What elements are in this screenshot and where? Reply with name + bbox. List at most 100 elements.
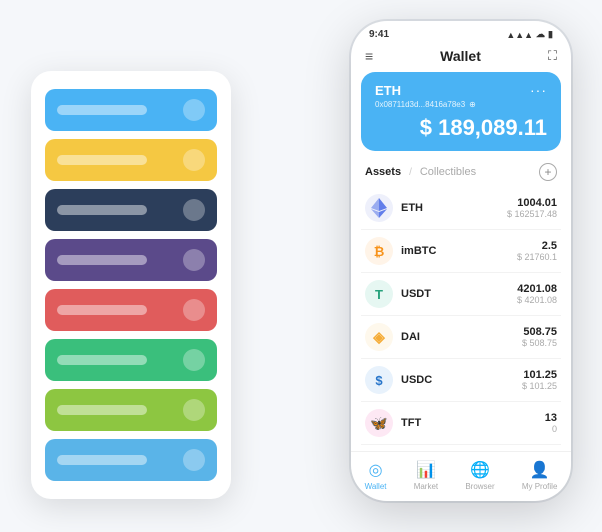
market-nav-icon: 📊 (416, 460, 436, 480)
asset-name: TFT (401, 417, 545, 429)
card-icon (183, 149, 205, 171)
asset-primary-amount: 508.75 (522, 326, 557, 338)
nav-label-market: Market (414, 482, 438, 491)
signal-icon: ▲▲▲ (506, 30, 533, 40)
add-asset-button[interactable]: + (539, 163, 557, 181)
asset-name: imBTC (401, 245, 517, 257)
profile-nav-icon: 👤 (530, 460, 550, 480)
phone-mockup: 9:41 ▲▲▲ ☁ ▮ ≡ Wallet ⛶ ETH ··· 0x08711d… (351, 21, 571, 501)
card-label (57, 455, 147, 465)
assets-header: Assets / Collectibles + (351, 159, 571, 187)
asset-amounts: 13 0 (545, 412, 557, 434)
list-item[interactable] (45, 289, 217, 331)
eth-card-options[interactable]: ··· (530, 82, 547, 98)
list-item[interactable] (45, 389, 217, 431)
asset-amounts: 101.25 $ 101.25 (522, 369, 557, 391)
asset-primary-amount: 2.5 (517, 240, 557, 252)
asset-amounts: 508.75 $ 508.75 (522, 326, 557, 348)
asset-amounts: 4201.08 $ 4201.08 (517, 283, 557, 305)
list-item[interactable] (45, 189, 217, 231)
nav-label-profile: My Profile (522, 482, 558, 491)
imbtc-icon: ₿ (365, 237, 393, 265)
eth-wallet-card[interactable]: ETH ··· 0x08711d3d...8416a78e3 ⊕ $ 189,0… (361, 72, 561, 151)
tab-collectibles[interactable]: Collectibles (420, 166, 476, 178)
card-icon (183, 299, 205, 321)
expand-icon[interactable]: ⛶ (548, 48, 557, 64)
card-label (57, 355, 147, 365)
card-icon (183, 449, 205, 471)
asset-secondary-amount: 0 (545, 424, 557, 434)
status-icons: ▲▲▲ ☁ ▮ (506, 29, 553, 40)
eth-icon (365, 194, 393, 222)
nav-item-market[interactable]: 📊 Market (414, 460, 438, 491)
asset-primary-amount: 101.25 (522, 369, 557, 381)
tab-assets[interactable]: Assets (365, 166, 401, 178)
wifi-icon: ☁ (536, 29, 545, 40)
status-time: 9:41 (369, 29, 389, 40)
asset-secondary-amount: $ 101.25 (522, 381, 557, 391)
asset-primary-amount: 1004.01 (507, 197, 557, 209)
nav-item-profile[interactable]: 👤 My Profile (522, 460, 558, 491)
asset-row-dai[interactable]: ◈ DAI 508.75 $ 508.75 (361, 316, 561, 359)
card-label (57, 105, 147, 115)
list-item[interactable] (45, 239, 217, 281)
card-icon (183, 399, 205, 421)
card-label (57, 205, 147, 215)
asset-secondary-amount: $ 21760.1 (517, 252, 557, 262)
card-icon (183, 349, 205, 371)
asset-name: USDC (401, 374, 522, 386)
list-item[interactable] (45, 139, 217, 181)
usdt-icon: T (365, 280, 393, 308)
phone-header: ≡ Wallet ⛶ (351, 44, 571, 72)
asset-row-eth[interactable]: ETH 1004.01 $ 162517.48 (361, 187, 561, 230)
card-label (57, 155, 147, 165)
main-scene: 9:41 ▲▲▲ ☁ ▮ ≡ Wallet ⛶ ETH ··· 0x08711d… (21, 21, 581, 511)
dai-icon: ◈ (365, 323, 393, 351)
eth-card-header: ETH ··· (375, 82, 547, 98)
copy-icon[interactable]: ⊕ (469, 100, 476, 109)
card-label (57, 255, 147, 265)
list-item[interactable] (45, 439, 217, 481)
nav-label-wallet: Wallet (365, 482, 387, 491)
eth-card-title: ETH (375, 83, 401, 98)
asset-row-tft[interactable]: 🦋 TFT 13 0 (361, 402, 561, 445)
assets-tabs: Assets / Collectibles (365, 166, 476, 178)
tab-divider: / (409, 167, 412, 178)
asset-secondary-amount: $ 508.75 (522, 338, 557, 348)
status-bar: 9:41 ▲▲▲ ☁ ▮ (351, 21, 571, 44)
menu-icon[interactable]: ≡ (365, 48, 373, 64)
page-title: Wallet (440, 48, 481, 64)
tft-icon: 🦋 (365, 409, 393, 437)
bottom-nav: ◎ Wallet 📊 Market 🌐 Browser 👤 My Profile (351, 451, 571, 501)
usdc-icon: $ (365, 366, 393, 394)
asset-amounts: 1004.01 $ 162517.48 (507, 197, 557, 219)
asset-row-imbtc[interactable]: ₿ imBTC 2.5 $ 21760.1 (361, 230, 561, 273)
asset-secondary-amount: $ 4201.08 (517, 295, 557, 305)
nav-item-wallet[interactable]: ◎ Wallet (365, 460, 387, 491)
eth-card-address: 0x08711d3d...8416a78e3 ⊕ (375, 100, 547, 109)
asset-secondary-amount: $ 162517.48 (507, 209, 557, 219)
card-icon (183, 199, 205, 221)
browser-nav-icon: 🌐 (470, 460, 490, 480)
asset-primary-amount: 4201.08 (517, 283, 557, 295)
dollar-sign: $ (420, 115, 438, 140)
card-stack (31, 71, 231, 499)
card-label (57, 305, 147, 315)
asset-amounts: 2.5 $ 21760.1 (517, 240, 557, 262)
wallet-nav-icon: ◎ (369, 460, 383, 480)
asset-name: USDT (401, 288, 517, 300)
list-item[interactable] (45, 339, 217, 381)
battery-icon: ▮ (548, 29, 553, 40)
asset-primary-amount: 13 (545, 412, 557, 424)
asset-row-usdc[interactable]: $ USDC 101.25 $ 101.25 (361, 359, 561, 402)
asset-name: ETH (401, 202, 507, 214)
eth-balance: $ 189,089.11 (375, 115, 547, 141)
nav-label-browser: Browser (465, 482, 494, 491)
list-item[interactable] (45, 89, 217, 131)
card-label (57, 405, 147, 415)
asset-name: DAI (401, 331, 522, 343)
nav-item-browser[interactable]: 🌐 Browser (465, 460, 494, 491)
asset-list: ETH 1004.01 $ 162517.48 ₿ imBTC 2.5 $ 21… (351, 187, 571, 451)
card-icon (183, 249, 205, 271)
asset-row-usdt[interactable]: T USDT 4201.08 $ 4201.08 (361, 273, 561, 316)
